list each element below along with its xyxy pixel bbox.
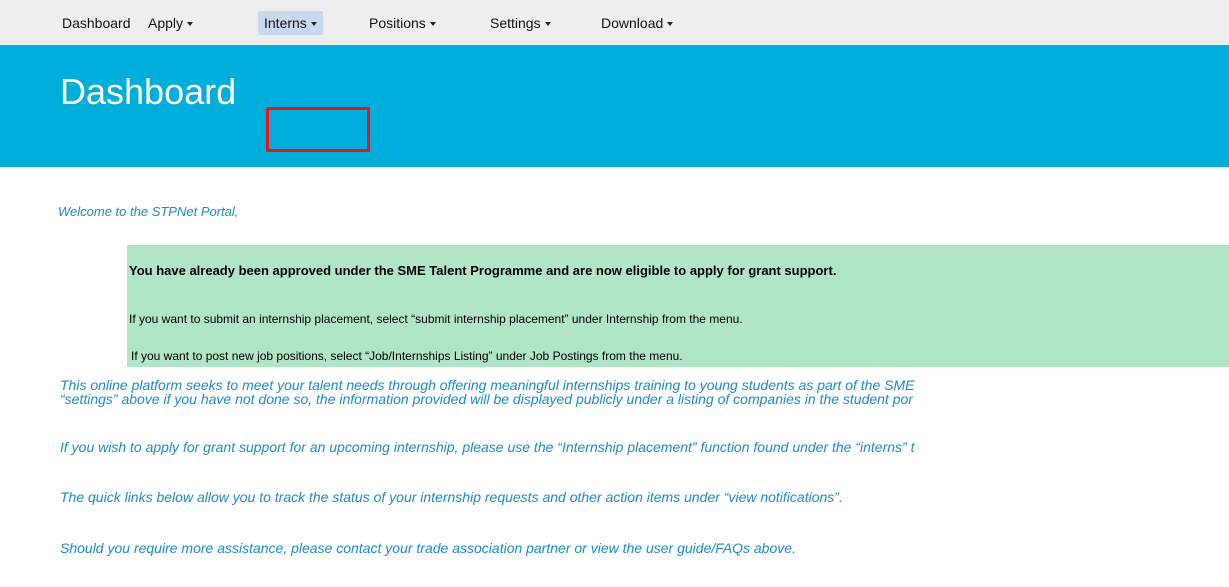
chevron-down-icon [667, 22, 674, 27]
nav-positions[interactable]: Positions [363, 11, 442, 35]
nav-settings[interactable]: Settings [484, 11, 557, 35]
approval-notice-line-jobs: If you want to post new job positions, s… [131, 349, 683, 363]
assistance-paragraph: Should you require more assistance, plea… [60, 540, 796, 556]
grant-support-paragraph: If you wish to apply for grant support f… [60, 439, 915, 455]
nav-positions-label: Positions [369, 15, 426, 31]
page-title: Dashboard [60, 71, 237, 112]
intro-paragraph-line-2: “settings” above if you have not done so… [60, 391, 913, 407]
chevron-down-icon [310, 22, 317, 27]
welcome-text: Welcome to the STPNet Portal, [58, 204, 239, 219]
highlight-annotation-box [266, 107, 370, 152]
nav-apply-label: Apply [148, 15, 184, 31]
nav-dashboard-label: Dashboard [62, 15, 131, 31]
intro-paragraph-line-1: This online platform seeks to meet your … [60, 377, 915, 393]
chevron-down-icon [429, 22, 436, 27]
nav-download[interactable]: Download [595, 11, 679, 35]
chevron-down-icon [187, 22, 194, 27]
nav-settings-label: Settings [490, 15, 541, 31]
approval-notice-line-internship: If you want to submit an internship plac… [129, 312, 743, 326]
nav-interns[interactable]: Interns [258, 11, 323, 35]
top-navbar: Dashboard Apply Interns Positions Settin… [0, 0, 1229, 45]
approval-notice: You have already been approved under the… [127, 245, 1229, 367]
nav-dashboard[interactable]: Dashboard [56, 11, 137, 35]
quick-links-paragraph: The quick links below allow you to track… [60, 489, 843, 505]
nav-interns-label: Interns [264, 15, 307, 31]
nav-apply[interactable]: Apply [142, 11, 199, 35]
nav-download-label: Download [601, 15, 664, 31]
approval-notice-heading: You have already been approved under the… [129, 263, 837, 278]
chevron-down-icon [544, 22, 551, 27]
